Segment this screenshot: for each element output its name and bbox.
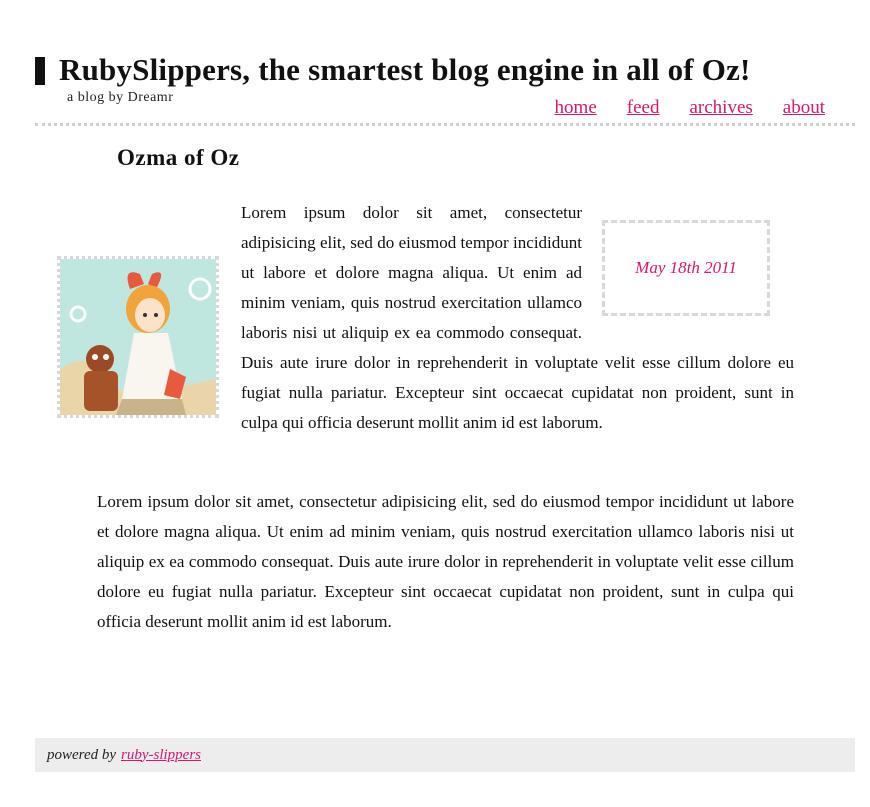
site-tagline: a blog by Dreamr	[67, 90, 174, 105]
footer-powered-by: powered by	[47, 746, 117, 763]
ozma-illustration	[60, 259, 216, 415]
footer-link-ruby-slippers[interactable]: ruby-slippers	[121, 747, 201, 764]
title-marker-bar	[35, 57, 45, 85]
nav-link-feed[interactable]: feed	[627, 97, 660, 119]
nav-link-archives[interactable]: archives	[689, 97, 752, 119]
site-header: RubySlippers, the smartest blog engine i…	[35, 52, 855, 126]
post-paragraph-2: Lorem ipsum dolor sit amet, consectetur …	[97, 492, 794, 631]
post-paragraph-1: May 18th 2011 Lorem ipsum dolor sit amet…	[241, 198, 794, 438]
post-image	[57, 256, 219, 418]
site-title: RubySlippers, the smartest blog engine i…	[59, 52, 751, 87]
main-nav: home feed archives about	[555, 97, 825, 119]
nav-link-about[interactable]: about	[783, 97, 825, 119]
header-divider	[35, 123, 855, 126]
nav-link-home[interactable]: home	[555, 97, 597, 119]
post-date-box: May 18th 2011	[602, 220, 770, 316]
post-title: Ozma of Oz	[117, 145, 240, 170]
site-footer: powered by ruby-slippers	[35, 738, 855, 772]
post-date: May 18th 2011	[635, 258, 737, 277]
